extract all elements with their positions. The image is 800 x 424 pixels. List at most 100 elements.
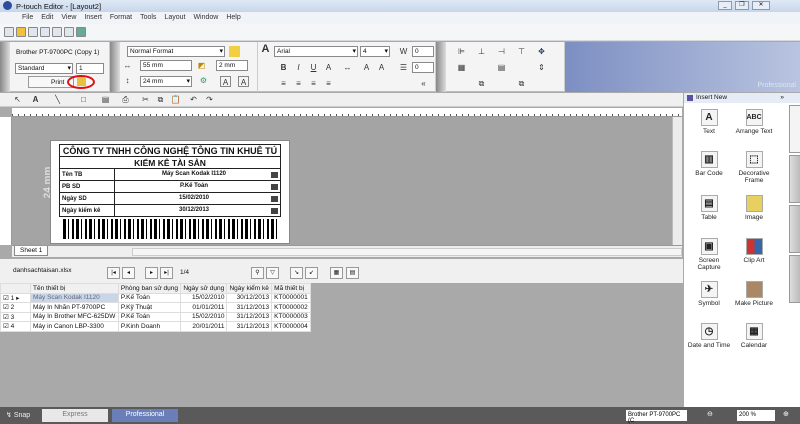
menu-tools[interactable]: Tools	[136, 12, 160, 24]
menu-file[interactable]: File	[18, 12, 37, 24]
barcode[interactable]	[63, 219, 277, 239]
justify-button[interactable]: ≡	[323, 78, 334, 89]
collapse-icon[interactable]: «	[418, 78, 429, 89]
menu-edit[interactable]: Edit	[37, 12, 57, 24]
cell[interactable]: Máy Scan Kodak I1120	[30, 292, 119, 303]
select-tool-icon[interactable]: ↖	[12, 94, 23, 105]
column-header[interactable]: Phòng ban sử dụng	[117, 283, 182, 294]
print-tool-icon[interactable]: ⎙	[120, 94, 131, 105]
last-record-button[interactable]: ▸|	[160, 267, 173, 279]
object-side-tab[interactable]	[789, 155, 800, 203]
express-mode-button[interactable]: Express	[42, 409, 108, 422]
cut-icon[interactable]: ✂	[140, 94, 151, 105]
next-record-button[interactable]: ▸	[145, 267, 158, 279]
snap-toggle[interactable]: ↯ Snap	[6, 409, 30, 422]
send-back-icon[interactable]: ⧉	[516, 78, 527, 89]
insert-image[interactable]: Image	[732, 195, 776, 221]
align-right-objects-icon[interactable]: ⊣	[496, 46, 507, 57]
zoom-out-button[interactable]: ⊖	[707, 410, 713, 418]
insert-decorative-frame[interactable]: ⬚ Decorative Frame	[732, 151, 776, 184]
align-objects-icon[interactable]: ⊫	[456, 46, 467, 57]
printer-select[interactable]: Brother PT-9700PC (C	[626, 410, 687, 424]
highlight-icon[interactable]	[229, 46, 240, 57]
field-name[interactable]: Ngày SD	[59, 192, 115, 205]
format-select[interactable]: Normal Format	[127, 46, 225, 57]
layout-side-tab[interactable]	[789, 205, 800, 253]
row-checkbox[interactable]: ☑	[3, 304, 9, 311]
spacing-button[interactable]: ↔	[342, 62, 353, 73]
new-icon[interactable]	[4, 27, 14, 37]
print-icon[interactable]	[40, 27, 50, 37]
transfer-icon[interactable]	[76, 27, 86, 37]
cell[interactable]: P.Kế Toán	[117, 292, 182, 303]
italic-button[interactable]: I	[293, 62, 304, 73]
close-button[interactable]: ✕	[752, 1, 770, 10]
cell[interactable]: Máy In Brother MFC-625DW	[30, 311, 119, 322]
row-checkbox[interactable]: ☑	[3, 314, 9, 321]
first-record-button[interactable]: |◂	[107, 267, 120, 279]
center-objects-icon[interactable]: ⊥	[476, 46, 487, 57]
text-frame-icon[interactable]: A	[220, 76, 231, 87]
menu-help[interactable]: Help	[222, 12, 244, 24]
label-title[interactable]: CÔNG TY TNHH CÔNG NGHỆ TÔNG TIN KHUÊ TÚ	[59, 144, 281, 157]
cell[interactable]: 15/02/2010	[180, 311, 228, 322]
print-preview-icon[interactable]	[52, 27, 62, 37]
insert-side-tab[interactable]	[789, 105, 800, 153]
undo-icon[interactable]: ↶	[188, 94, 199, 105]
paste-icon[interactable]: 📋	[170, 94, 181, 105]
group-icon[interactable]: ▦	[456, 62, 467, 73]
canvas-vertical-scrollbar[interactable]	[672, 117, 682, 245]
line-tool-icon[interactable]: ╲	[52, 94, 63, 105]
professional-mode-button[interactable]: Professional	[112, 409, 178, 422]
save-icon[interactable]	[28, 27, 38, 37]
insert-bar-code[interactable]: ▥ Bar Code	[687, 151, 731, 177]
cell[interactable]: 01/01/2011	[180, 302, 228, 313]
bold-button[interactable]: B	[278, 62, 289, 73]
cell[interactable]: 31/12/2013	[226, 321, 273, 332]
cell[interactable]: KT0000001	[271, 292, 311, 303]
field-name[interactable]: PB SD	[59, 180, 115, 193]
field-value[interactable]: P.Kế Toán	[180, 183, 208, 189]
menu-format[interactable]: Format	[106, 12, 136, 24]
menu-insert[interactable]: Insert	[80, 12, 106, 24]
filter-icon[interactable]: ▽	[266, 267, 279, 279]
field-value[interactable]: Máy Scan Kodak I1120	[162, 171, 226, 177]
distribute-icon[interactable]: ⊤	[516, 46, 527, 57]
font-size-select[interactable]: 4	[360, 46, 390, 57]
column-header[interactable]: Ngày sử dụng	[180, 283, 228, 294]
table-row[interactable]: ☑ 1 ▸ Máy Scan Kodak I1120 P.Kế Toán 15/02/…	[0, 292, 311, 303]
shrink-font-button[interactable]: A	[376, 62, 387, 73]
text-tool-icon[interactable]: A	[30, 94, 41, 105]
collapse-panel-icon[interactable]: »	[780, 94, 784, 101]
sheet-tab[interactable]: Sheet 1	[14, 246, 49, 256]
label-design[interactable]: CÔNG TY TNHH CÔNG NGHỆ TÔNG TIN KHUÊ TÚ …	[50, 140, 290, 244]
char-spacing-input[interactable]: 0	[412, 46, 434, 57]
field-name[interactable]: Tên TB	[59, 168, 115, 181]
align-left-button[interactable]: ≡	[278, 78, 289, 89]
cell[interactable]: 30/12/2013	[226, 292, 273, 303]
canvas-horizontal-scrollbar[interactable]	[132, 248, 682, 256]
field-value[interactable]: 30/12/2013	[179, 207, 209, 213]
column-header[interactable]: Tên thiết bị	[30, 283, 119, 294]
table-row[interactable]: ☑ 2 Máy In Nhãn PT-9700PC P.Kỹ Thuật 01/01/…	[0, 302, 311, 313]
prev-record-button[interactable]: ◂	[122, 267, 135, 279]
maximize-button[interactable]: ❐	[735, 1, 749, 10]
margin-input[interactable]: 2 mm	[216, 60, 248, 71]
cell[interactable]: P.Kỹ Thuật	[117, 302, 182, 313]
row-checkbox[interactable]: ☑	[3, 295, 9, 302]
label-subtitle[interactable]: KIỂM KÊ TÀI SẢN	[59, 156, 281, 169]
column-header[interactable]: Ngày kiểm kê	[226, 283, 273, 294]
table-tool-icon[interactable]: ▤	[100, 94, 111, 105]
align-center-button[interactable]: ≡	[293, 78, 304, 89]
zoom-select[interactable]: 200 %	[737, 410, 775, 421]
insert-date-time[interactable]: ◷ Date and Time	[687, 323, 731, 349]
redo-icon[interactable]: ↷	[204, 94, 215, 105]
outline-button[interactable]: A	[323, 62, 334, 73]
spacing-objects-icon[interactable]: ⇕	[536, 62, 547, 73]
cell[interactable]: KT0000004	[271, 321, 311, 332]
sort-asc-icon[interactable]: ↘	[290, 267, 303, 279]
fit-icon[interactable]: ✥	[536, 46, 547, 57]
insert-text[interactable]: A Text	[687, 109, 731, 135]
length-select[interactable]: 24 mm	[140, 76, 192, 87]
cell[interactable]: Máy In Nhãn PT-9700PC	[30, 302, 119, 313]
